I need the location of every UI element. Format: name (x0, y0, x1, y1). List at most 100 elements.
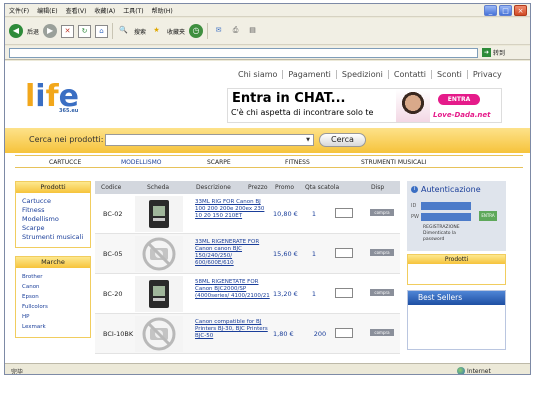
right-products-box: Prodotti (407, 254, 506, 285)
quantity-input[interactable] (335, 328, 353, 338)
category-fitness[interactable]: FITNESS (285, 159, 310, 166)
table-row: BC-20 58ML RIGENETATE FOR Canon BJC2000/… (95, 274, 400, 314)
login-box: i Autenticazione ID PW ENTRA REGISTRAZIO… (407, 181, 506, 251)
banner-title: Entra in CHAT... (232, 91, 346, 106)
category-modellismo[interactable]: MODELLISMO (121, 159, 161, 166)
sidebar-item-scarpe[interactable]: Scarpe (22, 224, 86, 233)
maximize-icon[interactable]: □ (499, 5, 512, 16)
product-description-link[interactable]: 58ML RIGENETATE FOR Canon BJC2000/SP (40… (195, 279, 271, 300)
toolbar-separator (207, 23, 209, 39)
menu-edit[interactable]: 编辑(E) (37, 6, 57, 15)
brand-hp[interactable]: HP (22, 312, 86, 322)
col-codice: Codice (101, 184, 122, 191)
product-description-link[interactable]: Canon compatible for BJ Printers BJ-30, … (195, 319, 271, 340)
security-zone: Internet (457, 367, 491, 374)
table-row: BC-05 33ML RIGENERATE FOR Canon canon BJ… (95, 234, 400, 274)
toolbar: ◀ 后退 ▶ ✕ ↻ ⌂ 🔍 搜索 ★ 收藏夹 ◷ ✉ ⎙ ▤ (5, 18, 530, 45)
site-logo[interactable]: life 365.eu (25, 81, 80, 115)
sidebar-item-fitness[interactable]: Fitness (22, 206, 86, 215)
no-image-icon[interactable] (135, 316, 183, 352)
banner-enter-button[interactable]: ENTRA (438, 94, 480, 105)
best-sellers-title: Best Sellers (408, 291, 505, 305)
password-field[interactable] (421, 213, 471, 221)
nav-contatti[interactable]: Contatti (389, 70, 432, 79)
table-header: Codice Scheda Descrizione Prezzo Promo Q… (95, 181, 400, 194)
back-icon[interactable]: ◀ (9, 24, 23, 38)
back-button-label[interactable]: 后退 (27, 27, 39, 36)
id-field[interactable] (421, 202, 471, 210)
search-button[interactable]: Cerca (319, 133, 366, 147)
search-icon[interactable]: 🔍 (117, 25, 130, 38)
products-box-title: Prodotti (16, 182, 90, 193)
nav-sconti[interactable]: Sconti (432, 70, 468, 79)
quantity-input[interactable] (335, 288, 353, 298)
nav-privacy[interactable]: Privacy (468, 70, 507, 79)
login-button[interactable]: ENTRA (479, 211, 497, 221)
status-text: 完毕 (11, 369, 24, 375)
print-icon[interactable]: ⎙ (229, 25, 242, 38)
col-disp: Disp (371, 184, 385, 191)
home-icon[interactable]: ⌂ (95, 24, 109, 38)
product-image[interactable] (135, 196, 183, 232)
category-cartucce[interactable]: CARTUCCE (49, 159, 81, 166)
favorites-button-label[interactable]: 收藏夹 (167, 27, 185, 36)
nav-chi-siamo[interactable]: Chi siamo (233, 70, 284, 79)
product-description-link[interactable]: 33ML RIG FOR Canon BJ 100 200 200e 200ex… (195, 199, 271, 220)
buy-button[interactable]: compra (370, 329, 394, 336)
menu-tools[interactable]: 工具(T) (123, 6, 143, 15)
product-price: 13,20 € (273, 290, 298, 298)
category-strumenti-musicali[interactable]: STRUMENTI MUSICALI (361, 159, 426, 166)
pw-label: PW (411, 214, 419, 220)
id-label: ID (411, 203, 417, 209)
sidebar-item-strumenti-musicali[interactable]: Strumenti musicali (22, 233, 86, 242)
category-scarpe[interactable]: SCARPE (207, 159, 231, 166)
chevron-down-icon[interactable]: ▼ (304, 136, 312, 144)
brand-lexmark[interactable]: Lexmark (22, 322, 86, 332)
sidebar-item-modellismo[interactable]: Modellismo (22, 215, 86, 224)
buy-button[interactable]: compra (370, 209, 394, 216)
quantity-input[interactable] (335, 248, 353, 258)
product-image[interactable] (135, 276, 183, 312)
sidebar-item-cartucce[interactable]: Cartucce (22, 197, 86, 206)
table-row: BCI-10BK Canon compatible for BJ Printer… (95, 314, 400, 354)
brand-brother[interactable]: Brother (22, 272, 86, 282)
table-row: BC-02 33ML RIG FOR Canon BJ 100 200 200e… (95, 194, 400, 234)
refresh-icon[interactable]: ↻ (78, 24, 92, 38)
buy-button[interactable]: compra (370, 249, 394, 256)
nav-pagamenti[interactable]: Pagamenti (283, 70, 337, 79)
login-title-text: Autenticazione (421, 185, 481, 194)
menu-file[interactable]: 文件(F) (9, 6, 29, 15)
edit-icon[interactable]: ▤ (246, 25, 259, 38)
menu-help[interactable]: 帮助(H) (152, 6, 173, 15)
product-code: BCI-10BK (103, 330, 134, 338)
page-content: life 365.eu Chi siamo Pagamenti Spedizio… (5, 61, 530, 363)
col-descrizione: Descrizione (196, 184, 231, 191)
no-image-icon[interactable] (135, 236, 183, 272)
menu-view[interactable]: 查看(V) (66, 6, 87, 15)
minimize-icon[interactable]: _ (484, 5, 497, 16)
nav-spedizioni[interactable]: Spedizioni (337, 70, 389, 79)
buy-button[interactable]: compra (370, 289, 394, 296)
banner-brand: Love-Dada.net (433, 111, 491, 119)
chat-banner[interactable]: Entra in CHAT... C'è chi aspetta di inco… (227, 88, 502, 123)
product-box-qty: 1 (311, 290, 317, 298)
forgot-password-link-cont[interactable]: password (423, 237, 460, 243)
brand-fullcolors[interactable]: Fullcolors (22, 302, 86, 312)
search-select[interactable]: ▼ (105, 134, 314, 146)
history-icon[interactable]: ◷ (189, 24, 204, 38)
stop-icon[interactable]: ✕ (61, 24, 75, 38)
product-description-link[interactable]: 33ML RIGENERATE FOR Canon canon BJC 150/… (195, 239, 271, 267)
col-scheda: Scheda (147, 184, 170, 191)
menu-favorites[interactable]: 收藏(A) (94, 6, 115, 15)
go-button[interactable]: ➜ 转到 (482, 48, 505, 57)
favorites-icon[interactable]: ★ (150, 25, 163, 38)
go-button-label: 转到 (493, 50, 506, 57)
brand-canon[interactable]: Canon (22, 282, 86, 292)
quantity-input[interactable] (335, 208, 353, 218)
search-button-label[interactable]: 搜索 (134, 27, 146, 36)
address-input[interactable] (9, 48, 478, 58)
brand-epson[interactable]: Epson (22, 292, 86, 302)
close-icon[interactable]: × (514, 5, 527, 16)
forward-icon[interactable]: ▶ (43, 24, 58, 38)
mail-icon[interactable]: ✉ (212, 25, 225, 38)
